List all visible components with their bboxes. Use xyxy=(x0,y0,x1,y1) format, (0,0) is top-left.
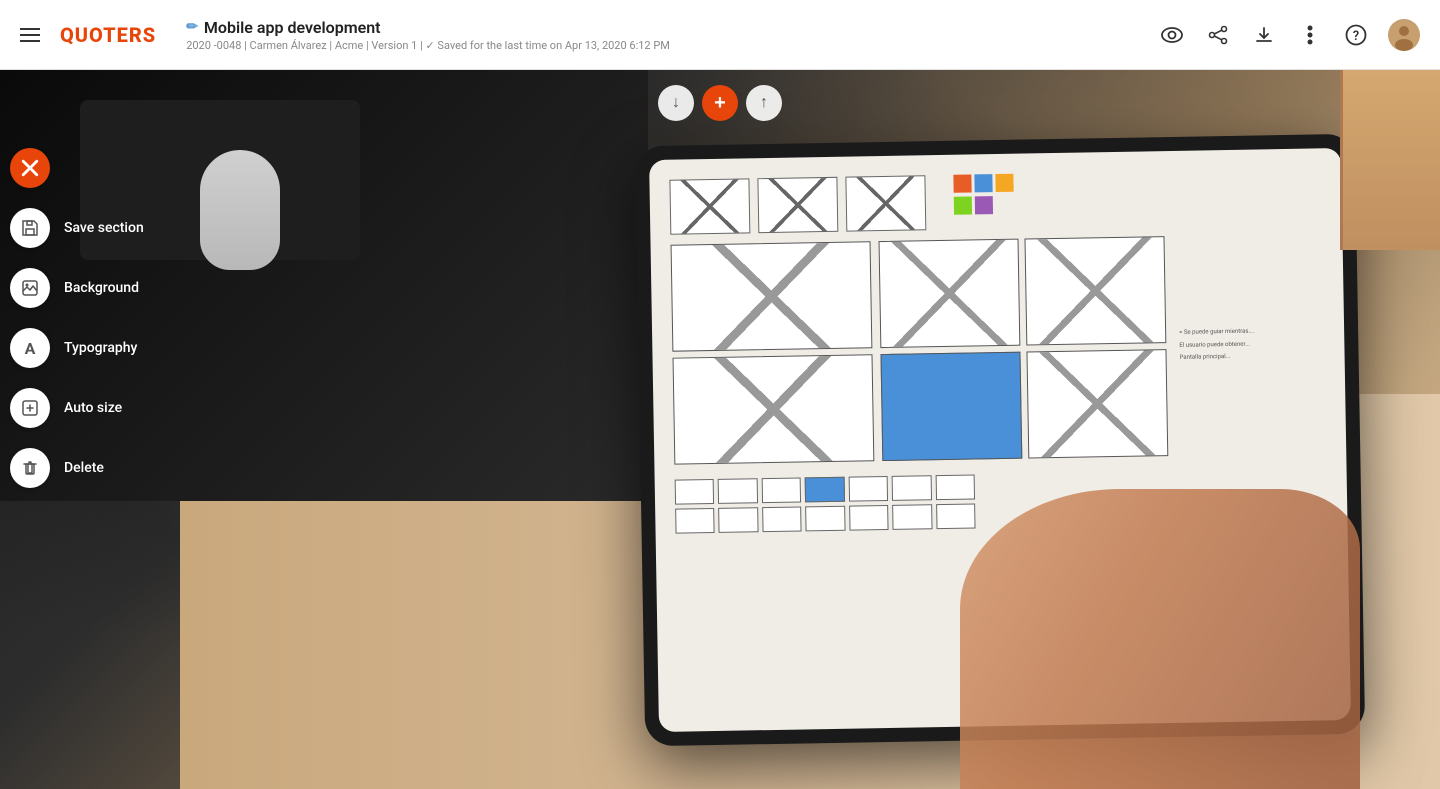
auto-size-item[interactable]: Auto size xyxy=(0,380,160,436)
wf-notes: = Se puede guiar mientras.... El usuario… xyxy=(1172,233,1326,456)
more-icon[interactable] xyxy=(1296,21,1324,49)
share-icon[interactable] xyxy=(1204,21,1232,49)
wf-box-3 xyxy=(845,175,926,231)
close-menu-icon[interactable] xyxy=(10,148,50,188)
download-icon[interactable] xyxy=(1250,21,1278,49)
eye-icon[interactable] xyxy=(1158,21,1186,49)
save-section-icon xyxy=(10,208,50,248)
delete-item[interactable]: Delete xyxy=(0,440,160,496)
header-center: ✏ Mobile app development 2020 -0048 | Ca… xyxy=(156,18,1158,52)
hamburger-menu[interactable] xyxy=(20,28,40,42)
background-icon xyxy=(10,268,50,308)
wf-main-1 xyxy=(671,241,873,351)
side-menu: Save section Background A Typography xyxy=(0,130,160,506)
auto-size-label: Auto size xyxy=(64,400,122,416)
wireframe-row-1 xyxy=(669,168,1322,234)
wf-main-2 xyxy=(673,354,875,464)
project-title: Mobile app development xyxy=(204,18,381,37)
wf-grid-1 xyxy=(879,239,1021,348)
delete-icon xyxy=(10,448,50,488)
app-logo: QUOTERS xyxy=(60,23,156,47)
svg-text:?: ? xyxy=(1353,29,1359,44)
add-section-button[interactable]: + xyxy=(702,85,738,121)
close-menu-item[interactable] xyxy=(0,140,160,196)
wf-grid-3-blue xyxy=(880,352,1022,461)
edit-icon: ✏ xyxy=(186,19,198,35)
wf-keyboard xyxy=(675,474,976,533)
wood-block xyxy=(1340,70,1440,250)
wf-box-1 xyxy=(669,178,750,234)
header-right: ? xyxy=(1158,19,1420,51)
typography-icon: A xyxy=(10,328,50,368)
scroll-down-button[interactable]: ↓ xyxy=(658,85,694,121)
hand-overlay xyxy=(960,489,1360,789)
scroll-up-button[interactable]: ↑ xyxy=(746,85,782,121)
wf-left-col xyxy=(671,241,875,464)
wf-box-2 xyxy=(757,177,838,233)
background-image: = Se puede guiar mientras.... El usuario… xyxy=(0,70,1440,789)
wf-grid-2 xyxy=(1024,236,1166,345)
project-meta: 2020 -0048 | Carmen Álvarez | Acme | Ver… xyxy=(186,39,1158,52)
typography-item[interactable]: A Typography xyxy=(0,320,160,376)
wf-grid-4 xyxy=(1026,349,1168,458)
avatar[interactable] xyxy=(1388,19,1420,51)
header-left: QUOTERS xyxy=(20,23,156,47)
color-bars xyxy=(953,174,1014,230)
save-section-item[interactable]: Save section xyxy=(0,200,160,256)
main-content: = Se puede guiar mientras.... El usuario… xyxy=(0,70,1440,789)
magic-mouse xyxy=(200,150,280,270)
save-section-label: Save section xyxy=(64,220,144,236)
typography-label: Typography xyxy=(64,340,137,356)
background-label: Background xyxy=(64,280,139,296)
wireframe-main: = Se puede guiar mientras.... El usuario… xyxy=(671,233,1327,464)
auto-size-icon xyxy=(10,388,50,428)
floating-toolbar: ↓ + ↑ xyxy=(658,85,782,121)
wf-right-grid xyxy=(879,236,1169,461)
project-title-row: ✏ Mobile app development xyxy=(186,18,1158,37)
delete-label: Delete xyxy=(64,460,104,476)
app-header: QUOTERS ✏ Mobile app development 2020 -0… xyxy=(0,0,1440,70)
help-icon[interactable]: ? xyxy=(1342,21,1370,49)
background-item[interactable]: Background xyxy=(0,260,160,316)
